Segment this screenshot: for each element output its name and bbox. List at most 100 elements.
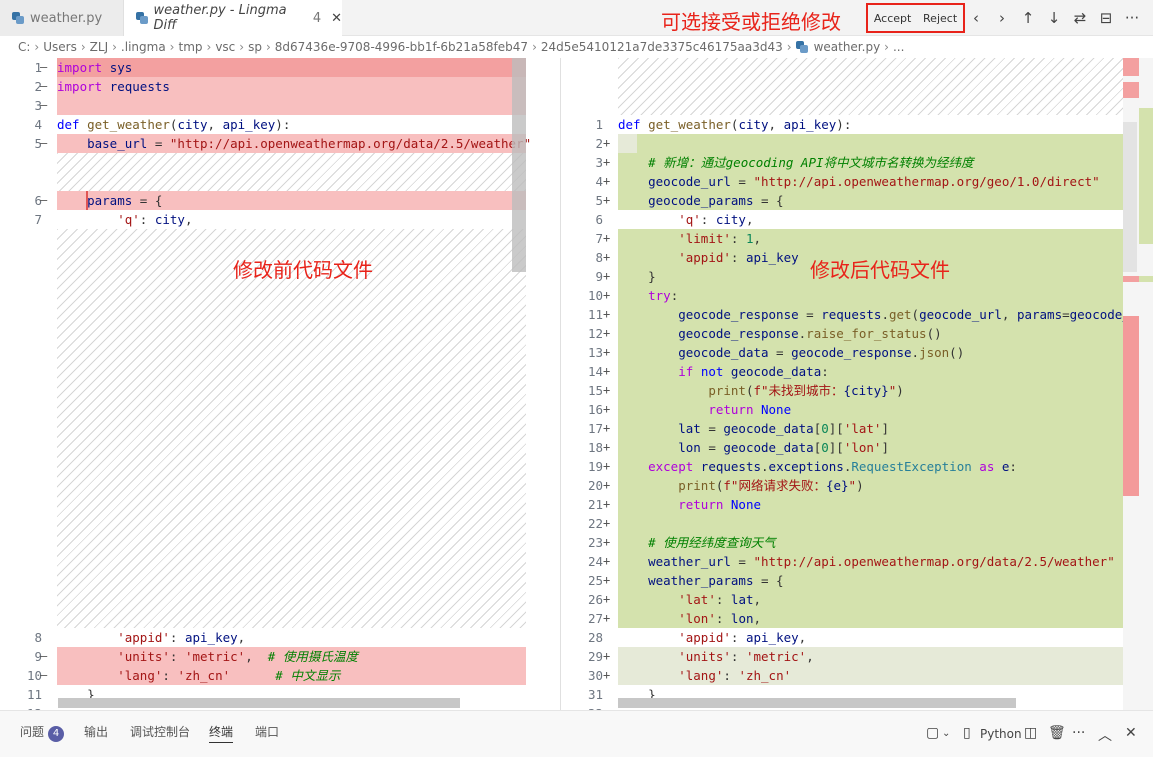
trash-icon[interactable]: 🗑 bbox=[1048, 725, 1066, 741]
breadcrumb-item[interactable]: weather.py bbox=[814, 40, 881, 54]
right-horizontal-scrollbar[interactable] bbox=[618, 698, 1016, 708]
code-line[interactable]: 10— 'lang': 'zh_cn' # 中文显示 bbox=[0, 666, 560, 685]
python-terminal-label[interactable]: Python bbox=[980, 727, 1022, 741]
code-line[interactable]: 23 + # 使用经纬度查询天气 bbox=[561, 533, 1123, 552]
code-line[interactable]: 30 + 'lang': 'zh_cn' bbox=[561, 666, 1123, 685]
arrow-down-icon[interactable]: ↓ bbox=[1041, 8, 1067, 28]
code-line[interactable]: 5 + geocode_params = { bbox=[561, 191, 1123, 210]
code-token: = bbox=[700, 421, 724, 436]
panel-tab-ports[interactable]: 端口 bbox=[255, 721, 279, 743]
panel-tab-debug-console[interactable]: 调试控制台 bbox=[130, 721, 190, 743]
breadcrumb-item[interactable]: 8d67436e-9708-4996-bb1f-6b21a58feb47 bbox=[275, 40, 528, 54]
code-line[interactable]: 6— params = { bbox=[0, 191, 560, 210]
code-line[interactable]: 16 + return None bbox=[561, 400, 1123, 419]
code-token: {city} bbox=[843, 383, 889, 398]
code-line[interactable]: 24 + weather_url = "http://api.openweathe… bbox=[561, 552, 1123, 571]
code-line[interactable]: 27 + 'lon': lon, bbox=[561, 609, 1123, 628]
close-icon[interactable]: ✕ bbox=[1125, 725, 1137, 741]
code-line[interactable]: 7 + 'limit': 1, bbox=[561, 229, 1123, 248]
code-line[interactable]: 7 'q': city, bbox=[0, 210, 560, 229]
breadcrumb-item[interactable]: tmp bbox=[178, 40, 202, 54]
layout-icon[interactable]: ▢ bbox=[926, 725, 939, 741]
python-file-icon bbox=[12, 12, 24, 24]
code-line[interactable]: 13 + geocode_data = geocode_response.json… bbox=[561, 343, 1123, 362]
breadcrumb-item[interactable]: C: bbox=[18, 40, 30, 54]
code-token: not bbox=[700, 364, 724, 379]
chevron-left-icon[interactable]: ‹ bbox=[963, 8, 989, 28]
code-line[interactable]: 14 + if not geocode_data: bbox=[561, 362, 1123, 381]
code-token: get_weather bbox=[648, 117, 731, 132]
tab-weather-py[interactable]: weather.py bbox=[0, 0, 124, 36]
split-terminal-icon[interactable]: ◫ bbox=[1024, 725, 1037, 741]
code-line[interactable]: 2 + bbox=[561, 134, 1123, 153]
code-line[interactable]: 19 + except requests.exceptions.RequestEx… bbox=[561, 457, 1123, 476]
panel-tab-problems[interactable]: 问题 4 bbox=[20, 721, 65, 743]
code-line[interactable]: 15 + print(f"未找到城市：{city}") bbox=[561, 381, 1123, 400]
code-line[interactable]: 28 'appid': api_key, bbox=[561, 628, 1123, 647]
breadcrumb-separator: › bbox=[265, 40, 271, 54]
line-number: 28 bbox=[587, 630, 603, 645]
panel-tab-terminal[interactable]: 终端 bbox=[209, 721, 234, 743]
code-line[interactable]: 21 + return None bbox=[561, 495, 1123, 514]
removed-marker: — bbox=[40, 60, 48, 74]
code-line[interactable]: 18 + lon = geocode_data[0]['lon'] bbox=[561, 438, 1123, 457]
terminal-python-icon[interactable]: ▯ bbox=[963, 725, 971, 741]
arrow-up-icon[interactable]: ↑ bbox=[1015, 8, 1041, 28]
code-line[interactable]: 25 + weather_params = { bbox=[561, 571, 1123, 590]
code-token: city bbox=[715, 212, 746, 227]
line-number: 23 bbox=[587, 535, 603, 550]
left-vertical-scrollbar[interactable] bbox=[512, 58, 526, 272]
code-line[interactable]: 4 def get_weather(city, api_key): bbox=[0, 115, 560, 134]
swap-icon[interactable]: ⇄ bbox=[1067, 8, 1093, 28]
code-token: , bbox=[753, 231, 762, 246]
chevron-right-icon[interactable]: › bbox=[989, 8, 1015, 28]
breadcrumb-item[interactable]: vsc bbox=[215, 40, 235, 54]
code-line[interactable]: 8 'appid': api_key, bbox=[0, 628, 560, 647]
breadcrumb-item[interactable]: 24d5e5410121a7de3375c46175aa3d43 bbox=[541, 40, 783, 54]
line-number: 10 bbox=[26, 668, 42, 683]
code-line[interactable]: 2— import requests bbox=[0, 77, 560, 96]
code-line[interactable]: 4 + geocode_url = "http://api.openweather… bbox=[561, 172, 1123, 191]
code-token: lon bbox=[730, 611, 754, 626]
close-icon[interactable]: ✕ bbox=[331, 11, 342, 26]
chevron-up-icon[interactable]: ︿ bbox=[1098, 725, 1112, 745]
more-icon[interactable]: ··· bbox=[1072, 725, 1085, 741]
code-line[interactable]: 11 + geocode_response = requests.get(geoc… bbox=[561, 305, 1123, 324]
code-line[interactable]: 29 + 'units': 'metric', bbox=[561, 647, 1123, 666]
reject-button[interactable]: Reject bbox=[923, 12, 957, 25]
chevron-down-icon[interactable]: ⌄ bbox=[942, 728, 950, 739]
code-token: try bbox=[648, 288, 671, 303]
code-token: = bbox=[730, 174, 754, 189]
code-line[interactable]: 20 + print(f"网络请求失败：{e}") bbox=[561, 476, 1123, 495]
panel-tab-output[interactable]: 输出 bbox=[84, 721, 108, 743]
code-line[interactable]: 3 + # 新增：通过geocoding API将中文城市名转换为经纬度 bbox=[561, 153, 1123, 172]
panel-tab-label: 问题 bbox=[20, 725, 45, 739]
code-line[interactable]: 26 + 'lat': lat, bbox=[561, 590, 1123, 609]
tab-lingma-diff[interactable]: weather.py - Lingma Diff 4 ✕ bbox=[124, 0, 342, 36]
more-icon[interactable]: ··· bbox=[1119, 8, 1145, 28]
breadcrumb-item[interactable]: sp bbox=[248, 40, 262, 54]
code-line[interactable]: 10 + try: bbox=[561, 286, 1123, 305]
code-line[interactable]: 1 def get_weather(city, api_key): bbox=[561, 115, 1123, 134]
breadcrumb-item[interactable]: Users bbox=[43, 40, 77, 54]
code-line[interactable]: 6 'q': city, bbox=[561, 210, 1123, 229]
code-line[interactable]: 3— bbox=[0, 96, 560, 115]
code-line[interactable]: 9— 'units': 'metric', # 使用摄氏温度 bbox=[0, 647, 560, 666]
breadcrumb-item[interactable]: ... bbox=[893, 40, 904, 54]
code-line[interactable]: 22 + bbox=[561, 514, 1123, 533]
minimap[interactable] bbox=[1123, 58, 1153, 710]
code-line[interactable]: 17 + lat = geocode_data[0]['lat'] bbox=[561, 419, 1123, 438]
code-line[interactable]: 5— base_url = "http://api.openweathermap… bbox=[0, 134, 560, 153]
accept-button[interactable]: Accept bbox=[874, 12, 912, 25]
left-horizontal-scrollbar[interactable] bbox=[58, 698, 460, 708]
code-token: geocode_response bbox=[678, 307, 799, 322]
split-editor-icon[interactable]: ⊟ bbox=[1093, 8, 1119, 28]
breadcrumb-item[interactable]: ZLJ bbox=[90, 40, 108, 54]
code-line[interactable]: 12 + geocode_response.raise_for_status() bbox=[561, 324, 1123, 343]
code-line[interactable]: 1— import sys bbox=[0, 58, 560, 77]
line-number: 19 bbox=[587, 459, 603, 474]
breadcrumb-item[interactable]: .lingma bbox=[121, 40, 166, 54]
